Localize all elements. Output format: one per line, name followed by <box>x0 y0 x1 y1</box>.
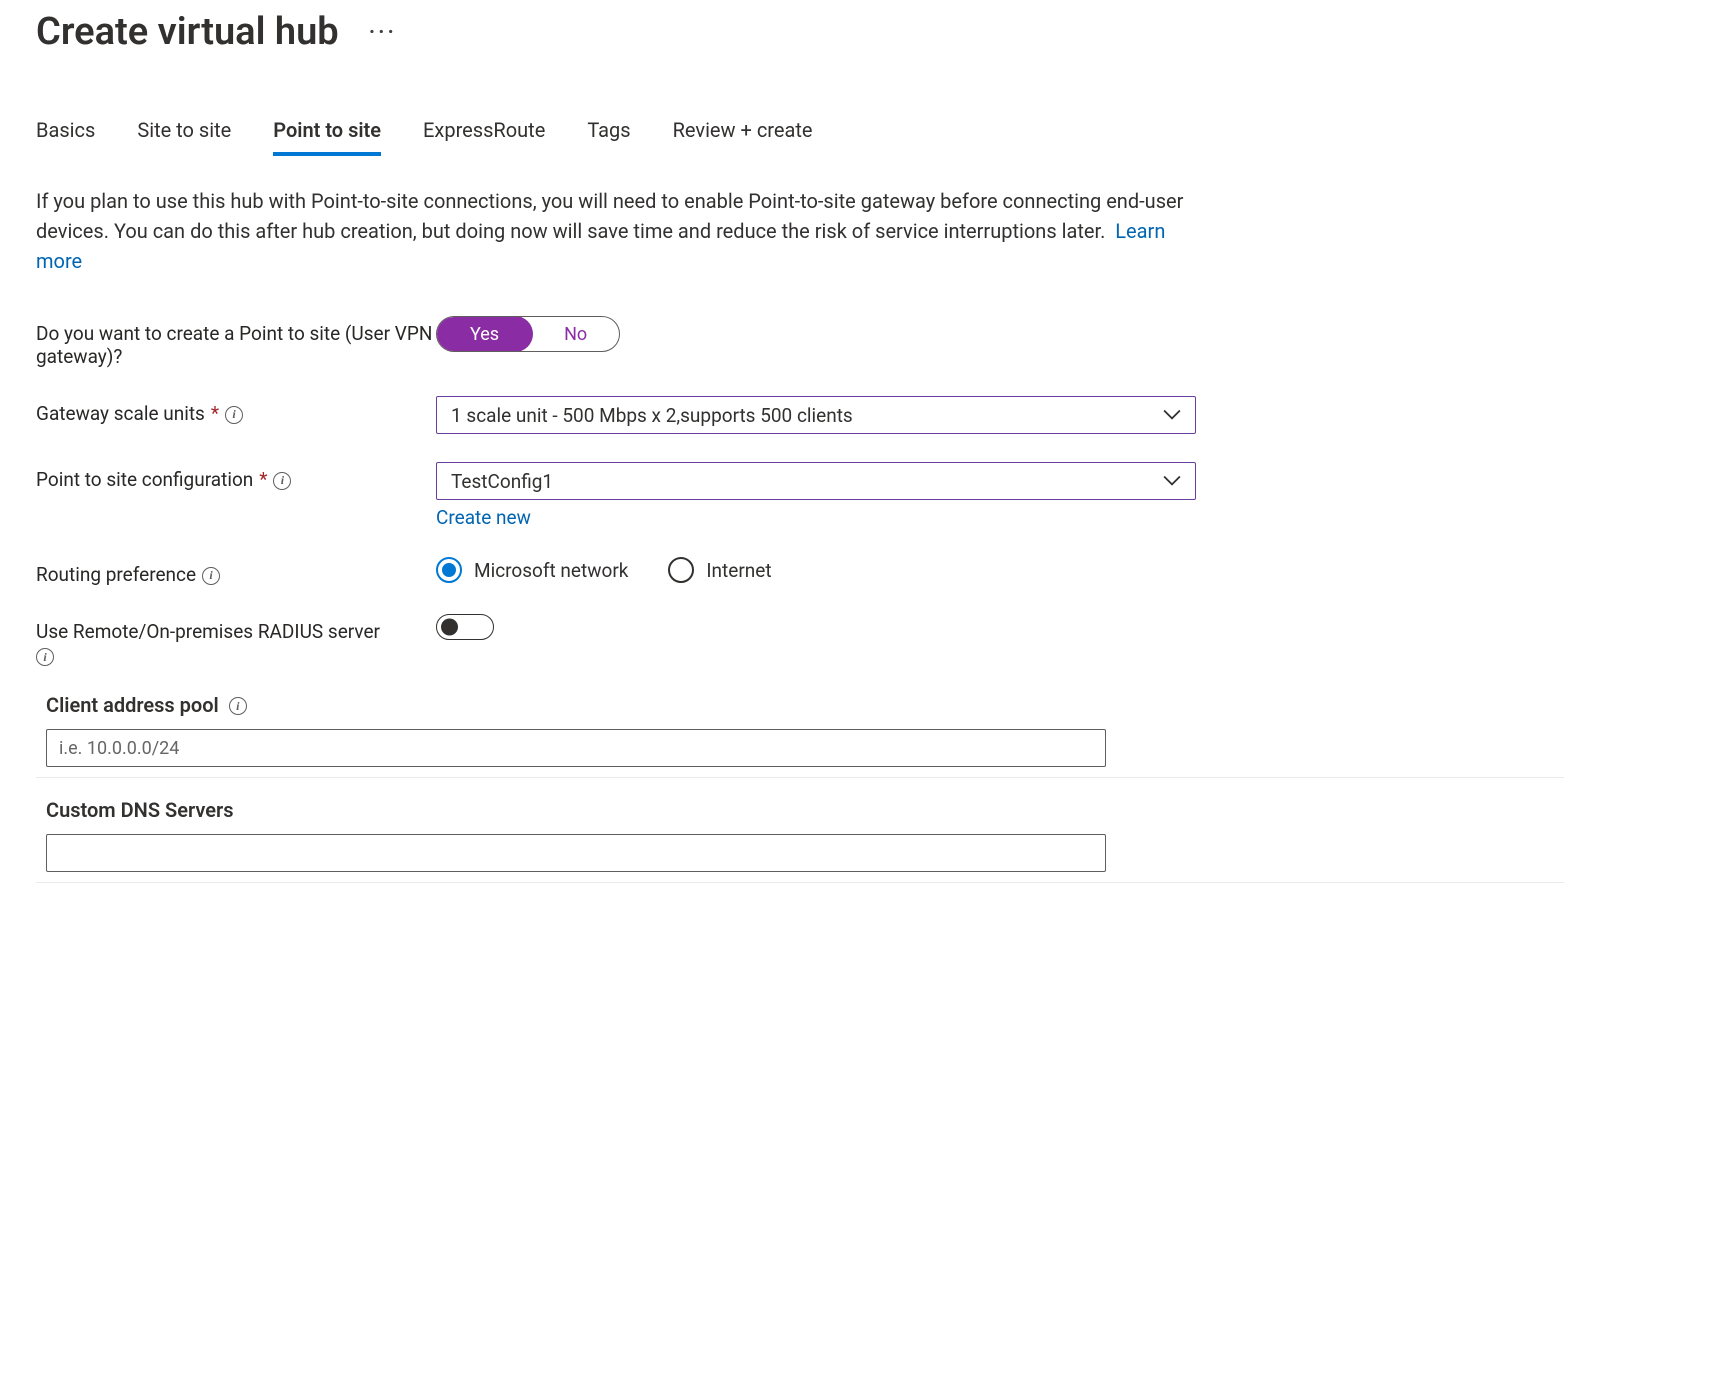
create-p2s-toggle[interactable]: Yes No <box>436 316 620 352</box>
gateway-scale-units-value: 1 scale unit - 500 Mbps x 2,supports 500… <box>451 404 853 427</box>
routing-pref-microsoft-network[interactable]: Microsoft network <box>436 557 628 583</box>
gateway-scale-units-label-text: Gateway scale units <box>36 402 205 425</box>
p2s-config-label-text: Point to site configuration <box>36 468 253 491</box>
page-title-text: Create virtual hub <box>36 10 339 54</box>
more-actions-icon[interactable]: ··· <box>369 20 397 45</box>
info-icon[interactable]: i <box>36 648 54 666</box>
description-text: If you plan to use this hub with Point-t… <box>36 189 1183 243</box>
switch-thumb-icon <box>441 619 458 636</box>
radio-icon <box>436 557 462 583</box>
custom-dns-heading: Custom DNS Servers <box>36 798 1564 822</box>
divider <box>36 882 1564 883</box>
chevron-down-icon <box>1163 475 1181 487</box>
tabs: Basics Site to site Point to site Expres… <box>36 114 1564 156</box>
gateway-scale-units-dropdown[interactable]: 1 scale unit - 500 Mbps x 2,supports 500… <box>436 396 1196 434</box>
routing-pref-internet-label: Internet <box>706 559 771 582</box>
tab-site-to-site[interactable]: Site to site <box>137 114 231 156</box>
info-icon[interactable]: i <box>229 697 247 715</box>
client-address-pool-heading-text: Client address pool <box>46 693 219 717</box>
radius-label-text: Use Remote/On-premises RADIUS server <box>36 620 380 643</box>
custom-dns-input[interactable] <box>46 834 1106 872</box>
create-p2s-yes[interactable]: Yes <box>436 316 533 352</box>
create-p2s-label-text: Do you want to create a Point to site (U… <box>36 322 436 368</box>
routing-preference-radio-group: Microsoft network Internet <box>436 557 1196 583</box>
create-p2s-no[interactable]: No <box>532 317 619 351</box>
create-new-link[interactable]: Create new <box>436 506 531 529</box>
routing-preference-label-text: Routing preference <box>36 563 196 586</box>
tab-tags[interactable]: Tags <box>587 114 630 156</box>
tab-expressroute[interactable]: ExpressRoute <box>423 114 545 156</box>
radio-icon <box>668 557 694 583</box>
tab-point-to-site[interactable]: Point to site <box>273 114 381 156</box>
tab-basics[interactable]: Basics <box>36 114 95 156</box>
tab-description: If you plan to use this hub with Point-t… <box>36 186 1196 276</box>
custom-dns-heading-text: Custom DNS Servers <box>46 798 234 822</box>
info-icon[interactable]: i <box>273 472 291 490</box>
info-icon[interactable]: i <box>225 406 243 424</box>
p2s-config-dropdown[interactable]: TestConfig1 <box>436 462 1196 500</box>
required-indicator: * <box>211 402 219 425</box>
p2s-config-value: TestConfig1 <box>451 470 553 493</box>
required-indicator: * <box>259 468 267 491</box>
tab-review-create[interactable]: Review + create <box>673 114 813 156</box>
routing-pref-internet[interactable]: Internet <box>668 557 771 583</box>
client-address-pool-input[interactable] <box>46 729 1106 767</box>
chevron-down-icon <box>1163 409 1181 421</box>
routing-preference-label: Routing preference i <box>36 557 436 586</box>
radius-label: Use Remote/On-premises RADIUS server i <box>36 614 436 665</box>
page-title: Create virtual hub ··· <box>36 10 1564 54</box>
info-icon[interactable]: i <box>202 567 220 585</box>
p2s-config-label: Point to site configuration * i <box>36 462 436 491</box>
radius-switch[interactable] <box>436 614 494 640</box>
divider <box>36 777 1564 778</box>
client-address-pool-heading: Client address pool i <box>36 693 1564 717</box>
routing-pref-ms-label: Microsoft network <box>474 559 628 582</box>
gateway-scale-units-label: Gateway scale units * i <box>36 396 436 425</box>
create-p2s-label: Do you want to create a Point to site (U… <box>36 316 436 368</box>
